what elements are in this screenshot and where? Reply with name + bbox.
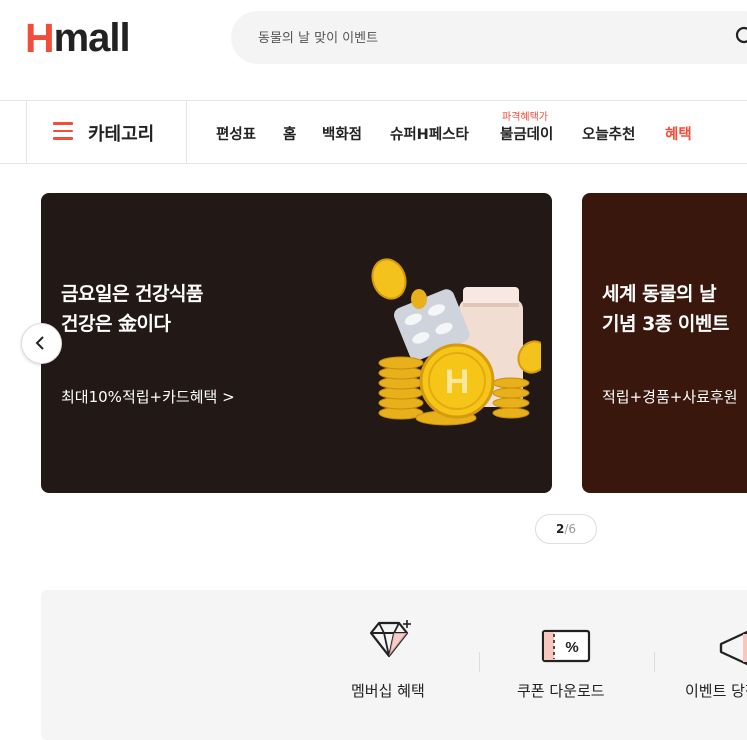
search-bar[interactable]: [231, 11, 747, 64]
main-nav: 카테고리 편성표 홈 백화점 슈퍼H페스타 파격혜택가 불금데이 오늘추천 혜택: [0, 100, 747, 164]
search-icon[interactable]: [735, 26, 747, 48]
banner-subtitle[interactable]: 최대10%적립+카드혜택 >: [61, 386, 235, 407]
banner-animal-day[interactable]: 세계 동물의 날 기념 3종 이벤트 적립+경품+사료후원: [582, 193, 747, 493]
carousel-prev-button[interactable]: [21, 323, 62, 364]
event-label: 이벤트 당첨: [685, 682, 747, 700]
diamond-icon: [369, 620, 411, 658]
banner-title: 금요일은 건강식품 건강은 金이다: [61, 283, 203, 335]
pager-total: /6: [564, 522, 577, 536]
svg-text:H: H: [445, 363, 470, 401]
banner-title: 세계 동물의 날 기념 3종 이벤트: [602, 283, 729, 335]
coupon-label: 쿠폰 다운로드: [517, 682, 605, 700]
logo-text: mall: [53, 16, 131, 60]
logo-h: H: [25, 15, 55, 61]
svg-text:%: %: [565, 639, 578, 656]
category-button[interactable]: 카테고리: [26, 101, 187, 163]
divider: [654, 652, 655, 672]
banner-subtitle[interactable]: 적립+경품+사료후원: [602, 386, 738, 407]
hamburger-icon: [53, 122, 73, 140]
membership-label: 멤버십 혜택: [351, 682, 425, 700]
megaphone-icon: [719, 630, 747, 666]
benefits-strip: 멤버십 혜택 % 쿠폰 다운로드 이벤트 당첨: [41, 590, 747, 740]
nav-item-super-h-festa[interactable]: 슈퍼H페스타: [390, 123, 469, 144]
nav-item-friday-day[interactable]: 불금데이: [500, 123, 553, 144]
gold-coins-supplements-illustration: H: [371, 258, 541, 426]
nav-item-benefits[interactable]: 혜택: [665, 123, 692, 144]
banner-health-food[interactable]: 금요일은 건강식품 건강은 金이다 최대10%적립+카드혜택 > H: [41, 193, 552, 493]
nav-badge: 파격혜택가: [502, 112, 548, 123]
divider: [479, 652, 480, 672]
coupon-icon: %: [541, 629, 591, 663]
chevron-left-icon: [35, 336, 44, 350]
nav-item-today-recommend[interactable]: 오늘추천: [582, 123, 635, 144]
nav-item-department-store[interactable]: 백화점: [322, 123, 362, 144]
carousel-pager: 2/6: [535, 514, 597, 544]
search-input[interactable]: [256, 25, 720, 51]
hmall-logo[interactable]: Hmall: [25, 15, 131, 61]
nav-item-home[interactable]: 홈: [283, 123, 296, 144]
category-label: 카테고리: [88, 124, 155, 145]
nav-item-schedule[interactable]: 편성표: [216, 123, 256, 144]
